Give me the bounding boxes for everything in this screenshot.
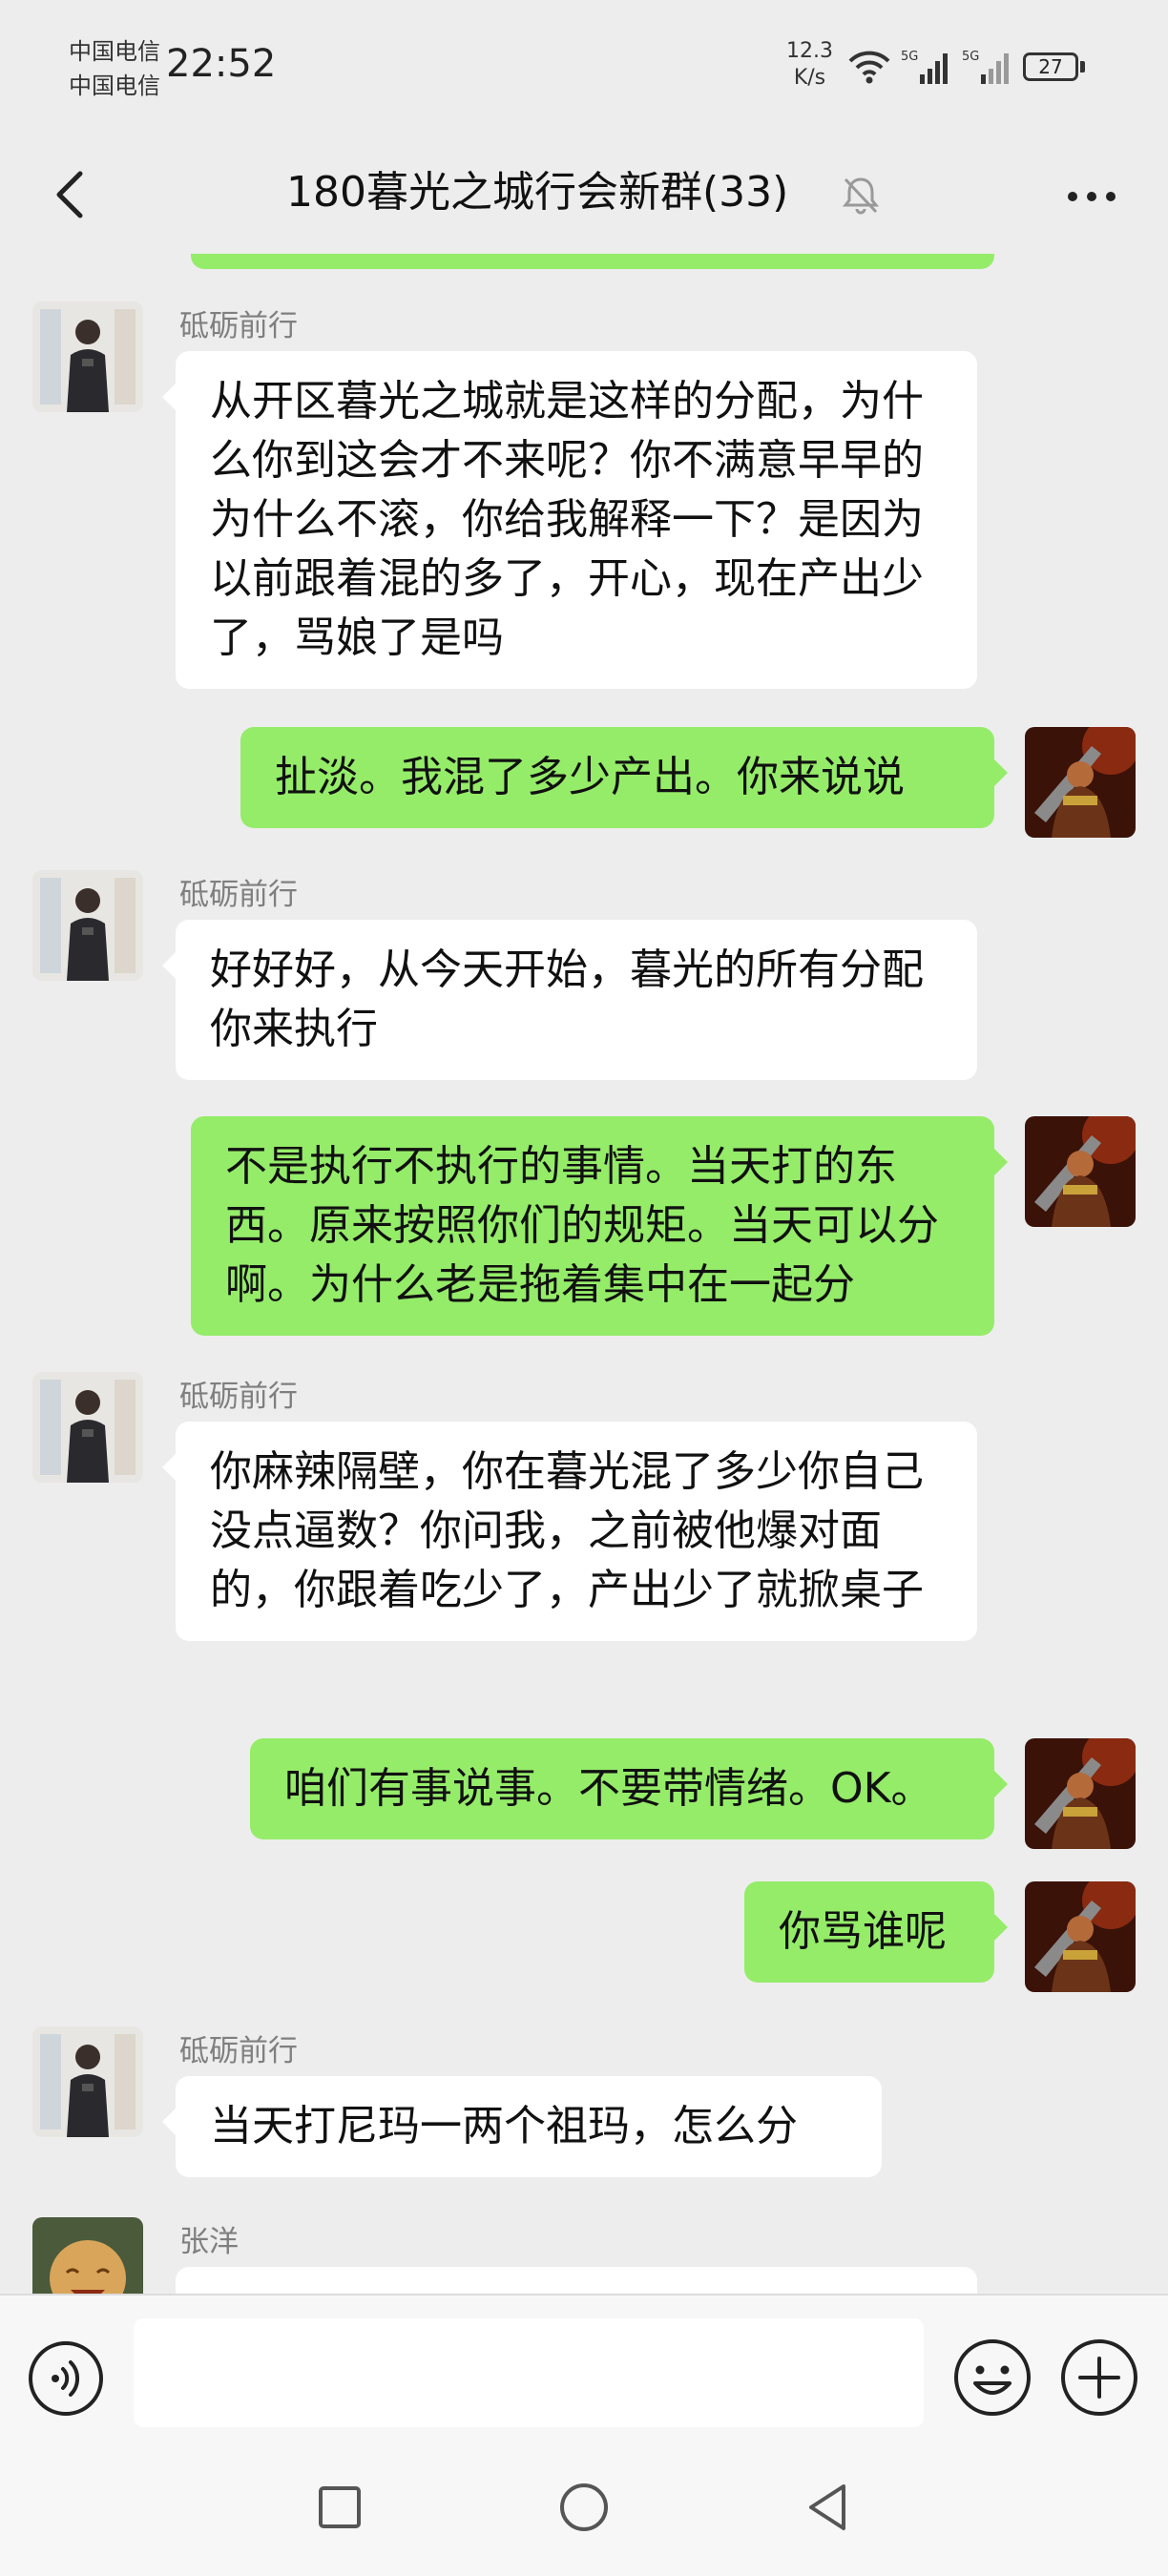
message-bubble[interactable]: 从开区暮光之城就是这样的分配，为什么你到这会才不来呢？你不满意早早的为什么不滚，… — [162, 351, 977, 689]
chat-header: 180暮光之城行会新群(33) — [0, 134, 1168, 254]
man-photo-avatar — [32, 1372, 143, 1483]
signal-1-label: 5G — [901, 50, 918, 64]
sender-avatar[interactable] — [32, 301, 143, 412]
man-photo-avatar — [32, 301, 143, 412]
more-dots-icon — [1068, 192, 1116, 201]
sender-avatar[interactable] — [32, 1372, 143, 1483]
status-bar: 中国电信 中国电信 22:52 12.3 K/s 5G 5G 27 — [0, 0, 1168, 134]
carrier-labels: 中国电信 中国电信 — [69, 34, 160, 103]
my-avatar[interactable] — [1025, 727, 1136, 838]
input-bar — [0, 2294, 1168, 2439]
message-bubble[interactable]: 好好好，从今天开始，暮光的所有分配你来执行 — [162, 920, 977, 1080]
signal-2-label: 5G — [962, 50, 979, 64]
bell-mute-icon — [840, 174, 882, 219]
plus-icon — [1061, 2339, 1137, 2416]
back-button[interactable] — [38, 160, 107, 229]
sender-avatar[interactable] — [32, 2217, 143, 2294]
my-avatar[interactable] — [1025, 1116, 1136, 1227]
network-speed: 12.3 K/s — [786, 38, 833, 92]
system-back-button[interactable] — [782, 2462, 874, 2553]
chevron-left-icon — [56, 171, 83, 218]
buddha-avatar — [32, 2217, 143, 2294]
network-speed-value: 12.3 — [786, 39, 833, 63]
message-bubble[interactable]: 你骂谁呢 — [744, 1881, 1008, 1983]
man-photo-avatar — [32, 870, 143, 981]
triangle-back-icon — [809, 2484, 845, 2530]
message-bubble[interactable]: 咱们有事说事。不要带情绪。OK。 — [250, 1738, 1008, 1839]
battery-level: 27 — [1023, 52, 1078, 81]
carrier-2: 中国电信 — [69, 73, 160, 99]
man-photo-avatar — [32, 2026, 143, 2137]
recents-button[interactable] — [294, 2462, 386, 2553]
square-icon — [319, 2486, 361, 2528]
message-input[interactable] — [134, 2318, 924, 2427]
system-nav-bar — [0, 2439, 1168, 2576]
sender-name: 张洋 — [179, 2225, 239, 2259]
emoji-icon — [954, 2339, 1031, 2416]
voice-button[interactable] — [27, 2339, 105, 2418]
message-bubble[interactable] — [176, 2267, 977, 2294]
warrior-avatar — [1025, 1881, 1136, 1992]
warrior-avatar — [1025, 727, 1136, 838]
message-bubble[interactable]: 扯淡。我混了多少产出。你来说说 — [240, 727, 1008, 828]
wifi-icon — [848, 51, 890, 84]
signal-bars-icon-2: 5G — [962, 50, 1009, 84]
more-options-button[interactable] — [1057, 162, 1126, 231]
warrior-avatar — [1025, 1738, 1136, 1849]
message-list[interactable]: 砥砺前行 从开区暮光之城就是这样的分配，为什么你到这会才不来呢？你不满意早早的为… — [0, 254, 1168, 2294]
status-time: 22:52 — [166, 42, 277, 86]
network-speed-unit: K/s — [793, 66, 826, 90]
previous-message-bubble-partial[interactable] — [191, 254, 994, 269]
signal-bars-icon-1: 5G — [901, 50, 948, 84]
message-bubble[interactable]: 不是执行不执行的事情。当天打的东西。原来按照你们的规矩。当天可以分啊。为什么老是… — [191, 1116, 1008, 1336]
chat-title: 180暮光之城行会新群(33) — [286, 168, 789, 217]
circle-icon — [560, 2483, 608, 2531]
carrier-1: 中国电信 — [69, 38, 160, 65]
emoji-button[interactable] — [952, 2337, 1032, 2418]
sender-name: 砥砺前行 — [179, 309, 298, 343]
message-bubble[interactable]: 当天打尼玛一两个祖玛，怎么分 — [162, 2076, 882, 2177]
battery-icon: 27 — [1023, 52, 1085, 81]
home-button[interactable] — [538, 2462, 630, 2553]
status-icons: 5G 5G 27 — [847, 44, 1085, 90]
sender-name: 砥砺前行 — [179, 878, 298, 912]
sender-name: 砥砺前行 — [179, 2034, 298, 2068]
sender-avatar[interactable] — [32, 2026, 143, 2137]
warrior-avatar — [1025, 1116, 1136, 1227]
sender-avatar[interactable] — [32, 870, 143, 981]
message-bubble[interactable]: 你麻辣隔壁，你在暮光混了多少你自己没点逼数？你问我，之前被他爆对面的，你跟着吃少… — [162, 1422, 977, 1641]
more-functions-button[interactable] — [1059, 2337, 1139, 2418]
my-avatar[interactable] — [1025, 1881, 1136, 1992]
voice-icon — [29, 2341, 103, 2416]
sender-name: 砥砺前行 — [179, 1380, 298, 1414]
my-avatar[interactable] — [1025, 1738, 1136, 1849]
